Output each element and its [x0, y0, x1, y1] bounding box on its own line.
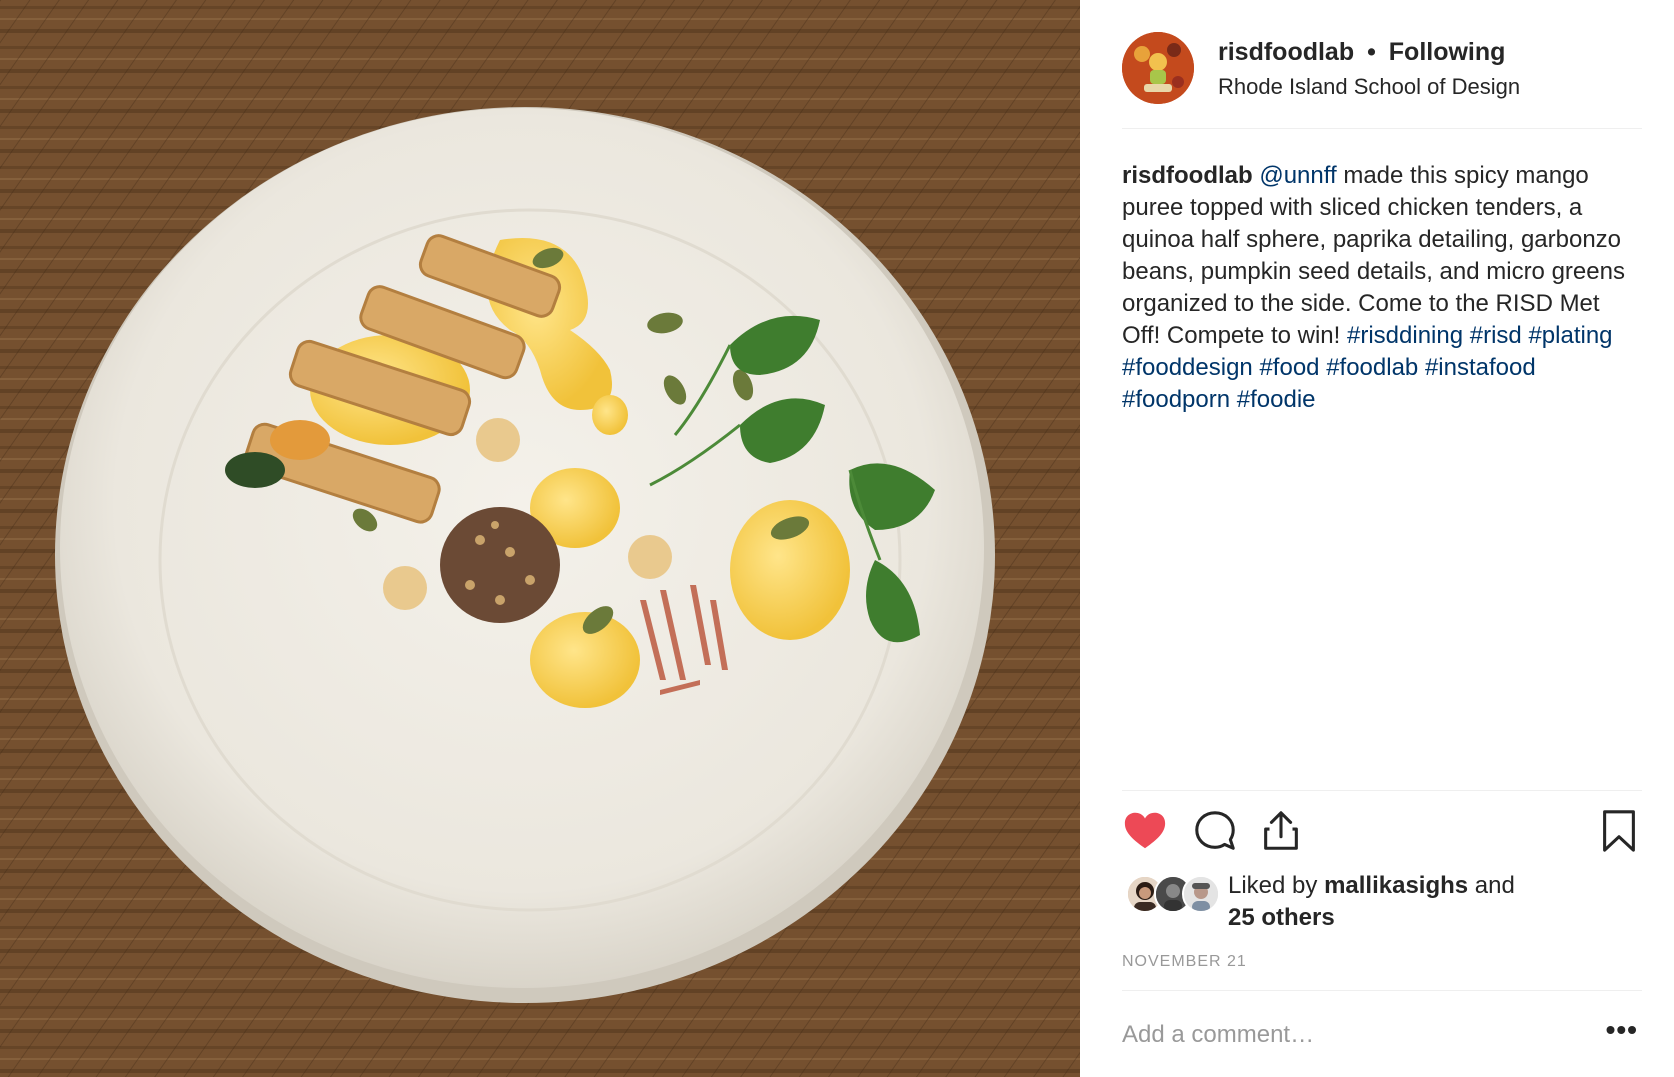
hashtag-link[interactable]: #risd	[1470, 322, 1522, 349]
action-bar	[1122, 808, 1642, 856]
post-sidebar: risdfoodlab • Following Rhode Island Sch…	[1080, 0, 1674, 1077]
hashtag-link[interactable]: #foodporn	[1122, 386, 1230, 413]
post-date[interactable]: November 21	[1122, 953, 1247, 971]
likes-summary: Liked by mallikasighs and 25 others	[1122, 870, 1642, 934]
hashtag-link[interactable]: #food	[1259, 354, 1319, 381]
comment-icon[interactable]	[1192, 808, 1238, 854]
hashtag-link[interactable]: #instafood	[1425, 354, 1536, 381]
hashtag-link[interactable]: #foodlab	[1326, 354, 1418, 381]
separator-dot: •	[1367, 38, 1376, 66]
liker-username[interactable]: mallikasighs	[1324, 872, 1468, 899]
caption-mention[interactable]: @unnff	[1259, 162, 1336, 189]
liker-avatar	[1182, 875, 1220, 913]
likes-and: and	[1468, 872, 1515, 899]
likes-text: Liked by mallikasighs and 25 others	[1228, 870, 1628, 934]
location-link[interactable]: Rhode Island School of Design	[1218, 74, 1520, 100]
caption-text: made this spicy mango puree topped with …	[1122, 162, 1625, 349]
instagram-post: risdfoodlab • Following Rhode Island Sch…	[0, 0, 1674, 1077]
hashtag-link[interactable]: #plating	[1528, 322, 1612, 349]
actions-divider	[1122, 790, 1642, 791]
post-header: risdfoodlab • Following Rhode Island Sch…	[1122, 32, 1642, 106]
comment-input[interactable]	[1122, 1015, 1562, 1055]
avatar-image	[1122, 32, 1194, 104]
more-options-icon[interactable]: •••	[1606, 1015, 1638, 1045]
bookmark-icon[interactable]	[1596, 808, 1642, 854]
post-caption: risdfoodlab @unnff made this spicy mango…	[1122, 160, 1642, 416]
hashtag-link[interactable]: #risddining	[1347, 322, 1463, 349]
profile-avatar[interactable]	[1122, 32, 1194, 104]
heart-icon[interactable]	[1122, 808, 1168, 854]
hashtag-link[interactable]: #foodie	[1237, 386, 1316, 413]
likes-prefix: Liked by	[1228, 872, 1325, 899]
hashtag-link[interactable]: #fooddesign	[1122, 354, 1253, 381]
username-link[interactable]: risdfoodlab	[1218, 38, 1354, 66]
share-icon[interactable]	[1258, 808, 1304, 854]
header-divider	[1122, 128, 1642, 129]
caption-author[interactable]: risdfoodlab	[1122, 162, 1253, 189]
comment-divider	[1122, 990, 1642, 991]
liker-avatars[interactable]	[1126, 875, 1226, 915]
likes-others-count[interactable]: 25 others	[1228, 904, 1335, 931]
following-button[interactable]: Following	[1389, 38, 1506, 66]
post-photo[interactable]	[0, 0, 1080, 1077]
comment-box: •••	[1122, 1015, 1642, 1059]
post-author-line: risdfoodlab • Following	[1218, 38, 1505, 67]
food-plate-illustration	[0, 0, 1080, 1077]
